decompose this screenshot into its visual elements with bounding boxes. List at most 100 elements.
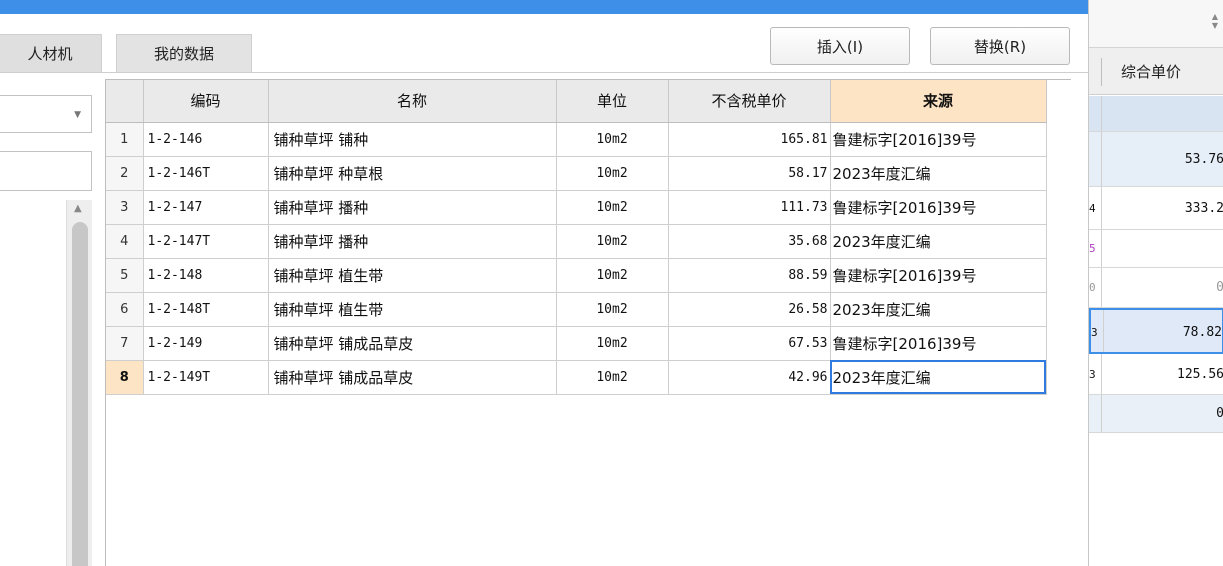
column-header-name[interactable]: 名称	[268, 80, 557, 123]
background-row-value: 78.82	[1182, 325, 1222, 340]
background-row: 4 333.2	[1089, 187, 1223, 230]
cell-source[interactable]: 鲁建标字[2016]39号	[830, 122, 1047, 157]
column-header-source[interactable]: 来源	[830, 80, 1047, 123]
cell-unit[interactable]: 10m2	[556, 224, 669, 259]
background-row: 3 78.82	[1089, 308, 1223, 354]
row-number[interactable]: 4	[106, 224, 144, 259]
background-row-value: 53.76	[1184, 152, 1223, 167]
row-number[interactable]: 2	[106, 156, 144, 191]
cell-price[interactable]: 26.58	[668, 292, 831, 327]
cell-unit[interactable]: 10m2	[556, 190, 669, 225]
cell-name[interactable]: 铺种草坪 铺种	[268, 122, 557, 157]
left-scrollbar[interactable]: ▲	[66, 200, 92, 566]
cell-source[interactable]: 2023年度汇编	[830, 224, 1047, 259]
background-row	[1089, 96, 1223, 132]
cell-unit[interactable]: 10m2	[556, 326, 669, 361]
cell-source[interactable]: 2023年度汇编	[830, 292, 1047, 327]
cell-price[interactable]: 111.73	[668, 190, 831, 225]
spinner-icon[interactable]: ▲ ▼	[1212, 12, 1218, 30]
row-number-header	[106, 80, 144, 123]
background-row: 53.76	[1089, 132, 1223, 187]
table-row[interactable]: 6 1-2-148T 铺种草坪 植生带 10m2 26.58 2023年度汇编	[106, 292, 1047, 327]
row-number[interactable]: 7	[106, 326, 144, 361]
background-panel: ▲ ▼ 综合单价 53.76 4 333.2 5 0 0 3 78.82 3 125.56 0	[1088, 0, 1223, 566]
table-row[interactable]: 7 1-2-149 铺种草坪 铺成品草皮 10m2 67.53 鲁建标字[2016]39号	[106, 326, 1047, 361]
cell-source[interactable]: 鲁建标字[2016]39号	[830, 326, 1047, 361]
background-row-marker	[1089, 395, 1102, 432]
cell-unit[interactable]: 10m2	[556, 156, 669, 191]
cell-name[interactable]: 铺种草坪 播种	[268, 224, 557, 259]
row-number[interactable]: 3	[106, 190, 144, 225]
dialog-body: 人材机 我的数据 插入(I) 替换(R) ▼ ▲ 编码 名称 单位 不含税单价 …	[0, 14, 1088, 566]
scrollbar-thumb[interactable]	[72, 222, 88, 566]
cell-name[interactable]: 铺种草坪 植生带	[268, 258, 557, 293]
background-row-value: 0	[1216, 406, 1223, 421]
cell-code[interactable]: 1-2-147T	[143, 224, 269, 259]
cell-unit[interactable]: 10m2	[556, 360, 669, 395]
background-row: 00	[1089, 268, 1223, 308]
cell-price[interactable]: 67.53	[668, 326, 831, 361]
cell-unit[interactable]: 10m2	[556, 292, 669, 327]
cell-source[interactable]: 2023年度汇编	[830, 156, 1047, 191]
cell-price[interactable]: 165.81	[668, 122, 831, 157]
table-header-row: 编码 名称 单位 不含税单价 来源	[106, 80, 1047, 123]
table-row[interactable]: 5 1-2-148 铺种草坪 植生带 10m2 88.59 鲁建标字[2016]39号	[106, 258, 1047, 293]
column-header-unit[interactable]: 单位	[556, 80, 669, 123]
cell-code[interactable]: 1-2-146T	[143, 156, 269, 191]
cell-source[interactable]: 鲁建标字[2016]39号	[830, 190, 1047, 225]
cell-name[interactable]: 铺种草坪 铺成品草皮	[268, 360, 557, 395]
cell-code[interactable]: 1-2-149	[143, 326, 269, 361]
replace-button[interactable]: 替换(R)	[930, 27, 1070, 65]
cell-name[interactable]: 铺种草坪 播种	[268, 190, 557, 225]
tab-materials[interactable]: 人材机	[0, 34, 102, 72]
background-row: 5	[1089, 230, 1223, 268]
background-row-value: 333.2	[1184, 201, 1223, 216]
results-table: 编码 名称 单位 不含税单价 来源 1 1-2-146 铺种草坪 铺种 10m2 165…	[106, 80, 1047, 395]
scroll-up-icon[interactable]: ▲	[74, 203, 82, 214]
cell-code[interactable]: 1-2-148T	[143, 292, 269, 327]
background-row-value: 0	[1216, 280, 1223, 295]
background-row-marker: 5	[1089, 230, 1102, 267]
table-row[interactable]: 3 1-2-147 铺种草坪 播种 10m2 111.73 鲁建标字[2016]39号	[106, 190, 1047, 225]
row-number[interactable]: 5	[106, 258, 144, 293]
background-header: 综合单价	[1089, 48, 1223, 95]
row-number[interactable]: 1	[106, 122, 144, 157]
cell-name[interactable]: 铺种草坪 植生带	[268, 292, 557, 327]
cell-unit[interactable]: 10m2	[556, 258, 669, 293]
chevron-down-icon: ▼	[74, 110, 81, 120]
row-number[interactable]: 8	[106, 360, 144, 395]
tab-my-data[interactable]: 我的数据	[116, 34, 252, 72]
background-toolbar: ▲ ▼	[1089, 0, 1223, 48]
cell-code[interactable]: 1-2-148	[143, 258, 269, 293]
column-header-price[interactable]: 不含税单价	[668, 80, 831, 123]
cell-unit[interactable]: 10m2	[556, 122, 669, 157]
dialog-title-bar[interactable]	[0, 0, 1088, 14]
cell-price[interactable]: 42.96	[668, 360, 831, 395]
cell-code[interactable]: 1-2-146	[143, 122, 269, 157]
table-row[interactable]: 1 1-2-146 铺种草坪 铺种 10m2 165.81 鲁建标字[2016]39号	[106, 122, 1047, 157]
cell-code[interactable]: 1-2-147	[143, 190, 269, 225]
background-row-value: 125.56	[1177, 367, 1223, 382]
cell-price[interactable]: 88.59	[668, 258, 831, 293]
table-row[interactable]: 2 1-2-146T 铺种草坪 种草根 10m2 58.17 2023年度汇编	[106, 156, 1047, 191]
cell-name[interactable]: 铺种草坪 铺成品草皮	[268, 326, 557, 361]
tab-divider	[0, 72, 1088, 73]
table-row[interactable]: 4 1-2-147T 铺种草坪 播种 10m2 35.68 2023年度汇编	[106, 224, 1047, 259]
background-row: 0	[1089, 395, 1223, 433]
category-dropdown[interactable]: ▼	[0, 95, 92, 133]
background-row-marker: 4	[1089, 187, 1102, 229]
filter-input[interactable]	[0, 151, 92, 191]
insert-button[interactable]: 插入(I)	[770, 27, 910, 65]
cell-name[interactable]: 铺种草坪 种草根	[268, 156, 557, 191]
cell-code[interactable]: 1-2-149T	[143, 360, 269, 395]
column-header-code[interactable]: 编码	[143, 80, 269, 123]
background-row-marker: 3	[1091, 310, 1104, 352]
cell-price[interactable]: 58.17	[668, 156, 831, 191]
row-number[interactable]: 6	[106, 292, 144, 327]
background-row-marker: 3	[1089, 354, 1102, 394]
cell-price[interactable]: 35.68	[668, 224, 831, 259]
table-row[interactable]: 8 1-2-149T 铺种草坪 铺成品草皮 10m2 42.96 2023年度汇编	[106, 360, 1047, 395]
column-header-composite-price: 综合单价	[1121, 63, 1182, 81]
cell-source[interactable]: 鲁建标字[2016]39号	[830, 258, 1047, 293]
cell-source[interactable]: 2023年度汇编	[830, 360, 1047, 395]
